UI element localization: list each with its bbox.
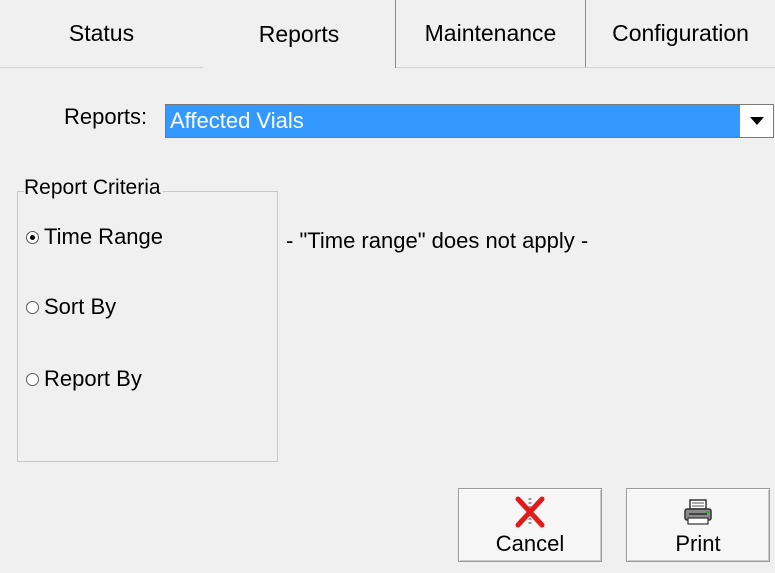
chevron-down-icon[interactable] [740, 105, 773, 137]
reports-dropdown[interactable]: Affected Vials [165, 104, 774, 138]
radio-time-range-button[interactable] [26, 230, 39, 244]
printer-icon [682, 495, 714, 529]
radio-report-by-label: Report By [44, 366, 142, 391]
reports-window: Status Reports Maintenance Configuration… [0, 0, 775, 573]
tab-reports[interactable]: Reports [203, 0, 396, 68]
radio-time-range-label: Time Range [44, 224, 164, 249]
radio-report-by[interactable]: Report By [26, 366, 142, 392]
tab-maintenance-label: Maintenance [424, 20, 557, 46]
tab-bar: Status Reports Maintenance Configuration [0, 0, 775, 68]
cancel-button[interactable]: Cancel [458, 488, 602, 562]
tab-maintenance[interactable]: Maintenance [396, 0, 586, 68]
cancel-x-icon [513, 495, 547, 529]
radio-sort-by-label: Sort By [44, 294, 117, 319]
radio-time-range[interactable]: Time Range [26, 224, 163, 250]
tab-status-label: Status [68, 20, 135, 46]
print-label: Print [675, 531, 721, 556]
tab-configuration[interactable]: Configuration [586, 0, 775, 68]
reports-dropdown-value: Affected Vials [166, 105, 741, 137]
tab-reports-label: Reports [258, 20, 340, 47]
reports-label: Reports: [64, 104, 148, 129]
tab-configuration-label: Configuration [612, 20, 749, 46]
radio-sort-by[interactable]: Sort By [26, 294, 116, 320]
cancel-label: Cancel [495, 531, 565, 556]
print-button[interactable]: Print [626, 488, 770, 562]
criteria-message: - "Time range" does not apply - [286, 228, 589, 253]
radio-report-by-button[interactable] [26, 372, 39, 386]
report-criteria-title: Report Criteria [24, 176, 163, 200]
tab-status[interactable]: Status [0, 0, 203, 68]
radio-sort-by-button[interactable] [26, 300, 39, 314]
